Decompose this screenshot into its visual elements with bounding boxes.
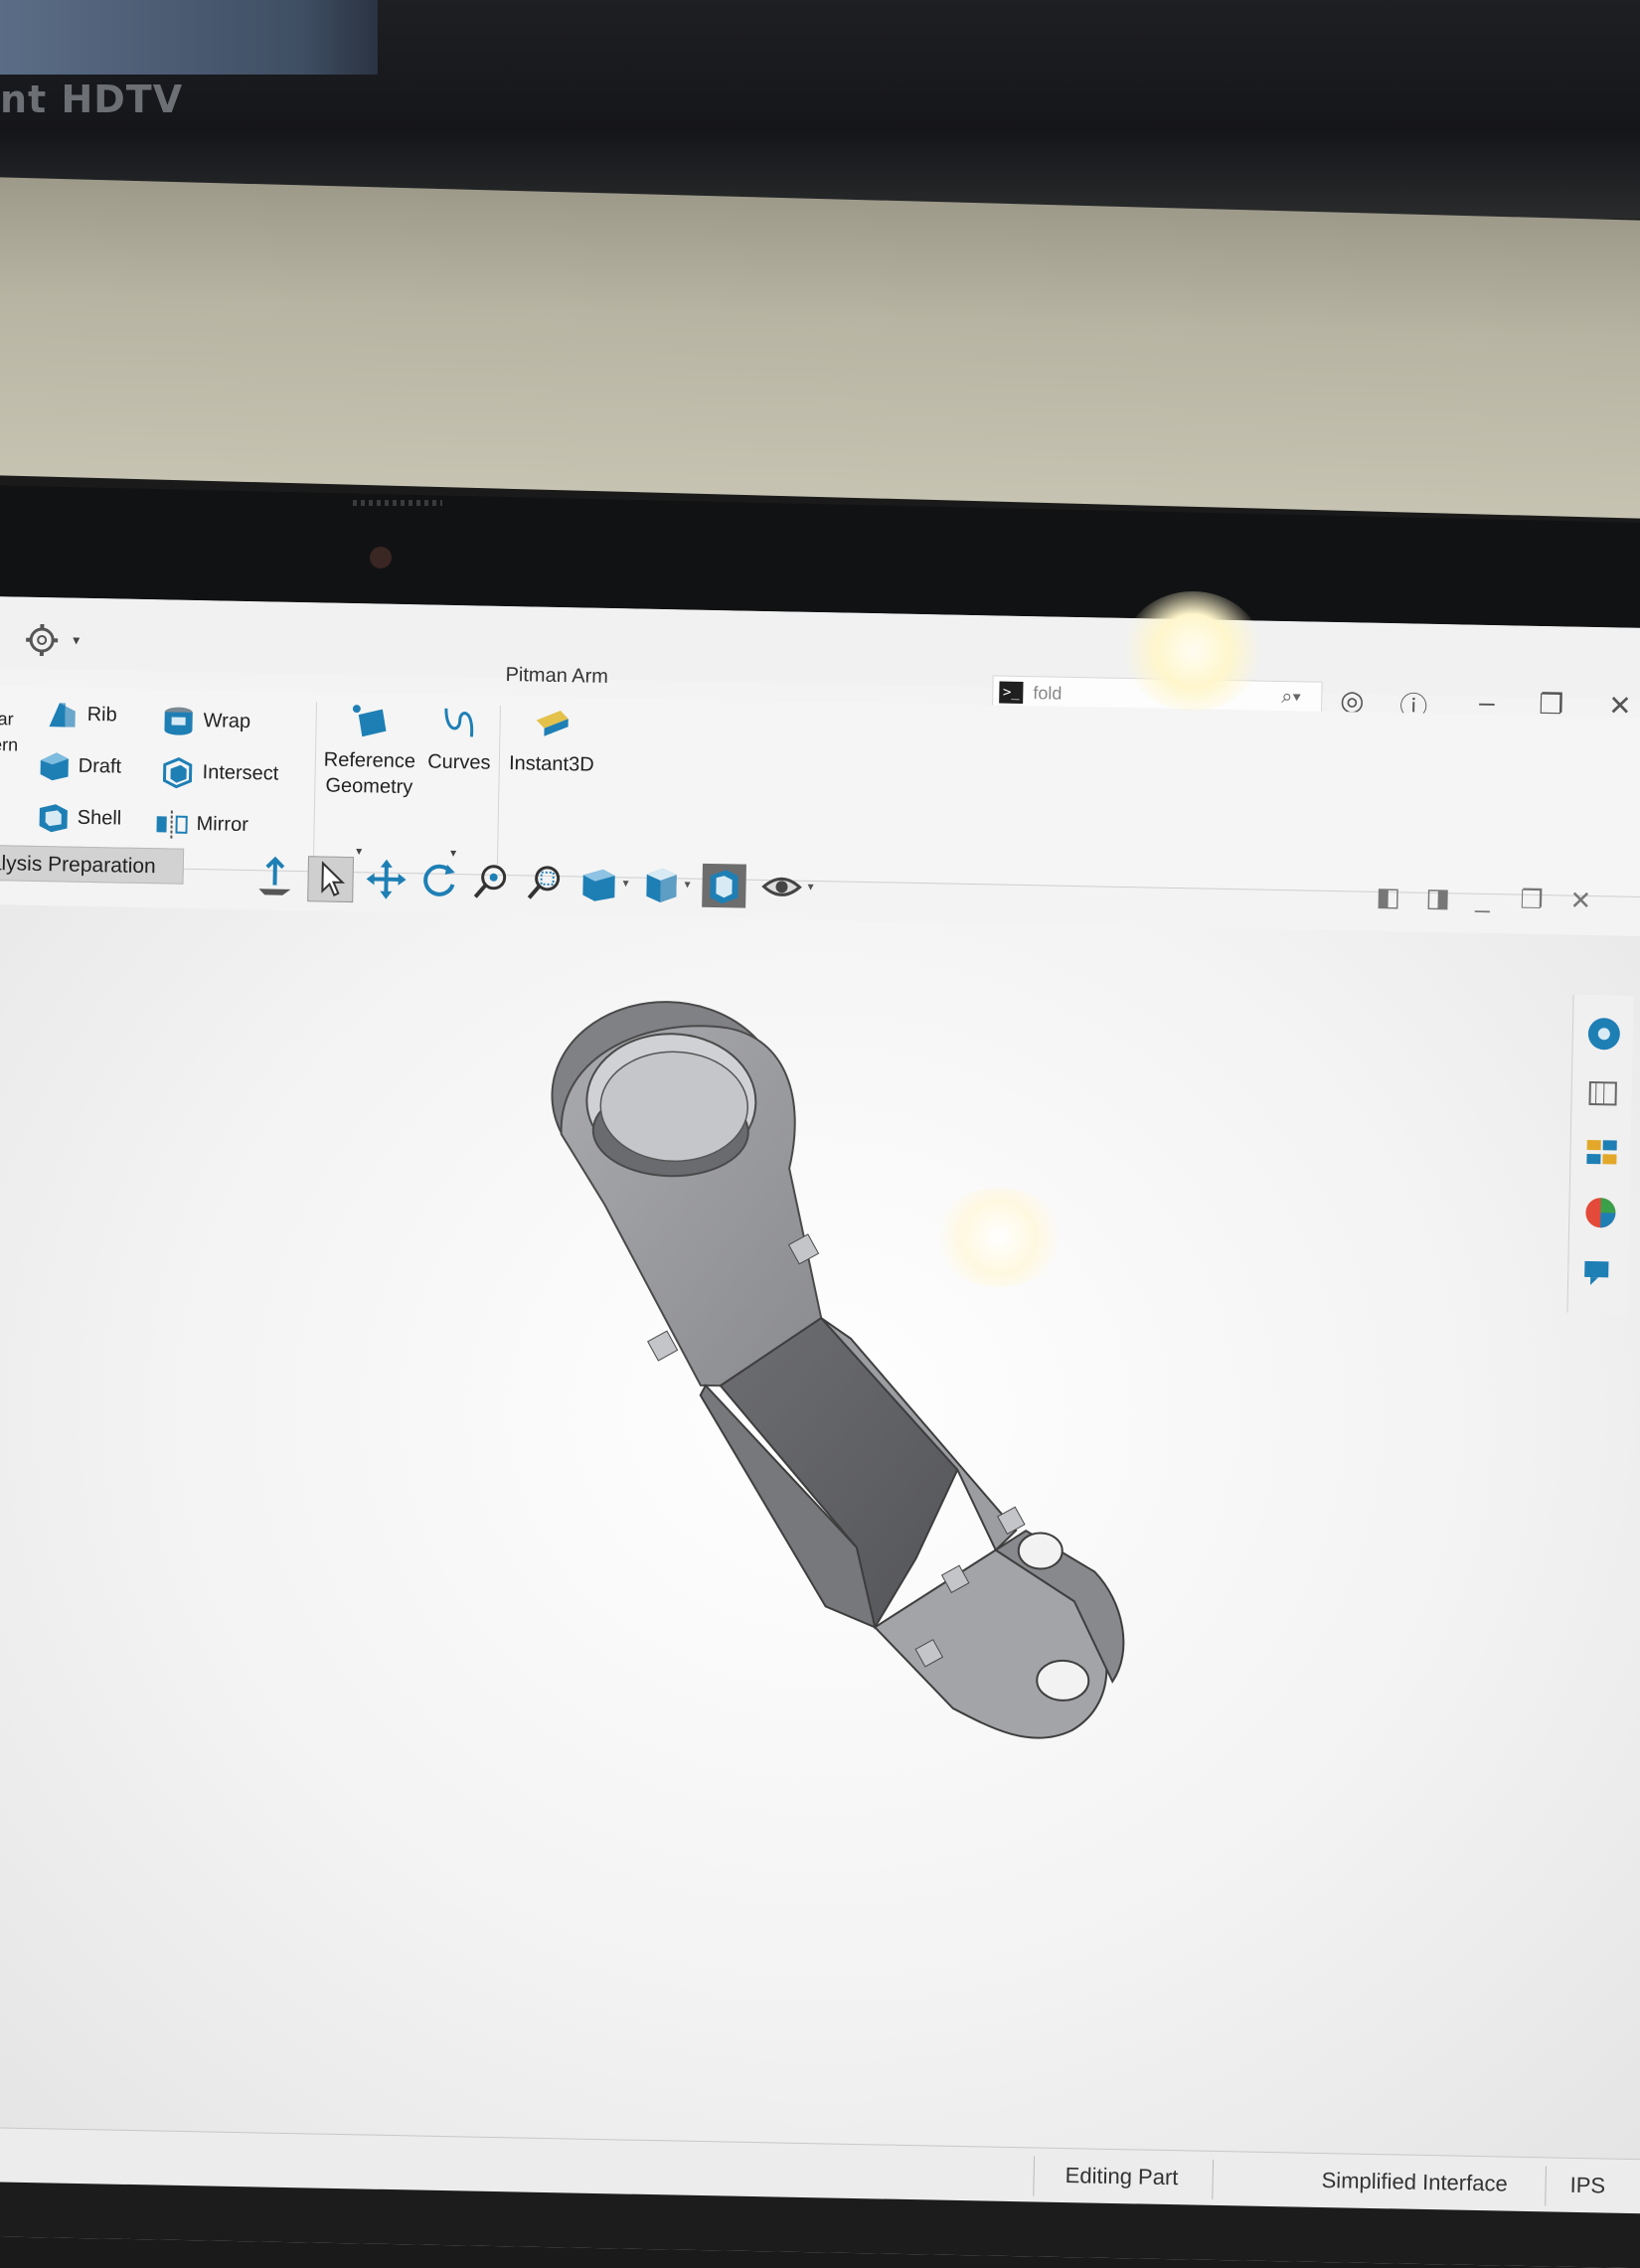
shell-button[interactable]: Shell [35, 800, 121, 836]
task-pane [1566, 995, 1633, 1314]
pan-icon[interactable] [364, 857, 409, 901]
window-title: Pitman Arm [505, 664, 608, 689]
doc-minimize-button[interactable]: _ [1475, 884, 1490, 914]
status-simplified-interface[interactable]: Simplified Interface [1321, 2168, 1508, 2197]
tv-brand-logo: nt HDTV [0, 78, 183, 121]
options-dropdown-caret[interactable]: ▾ [73, 632, 80, 649]
rib-button[interactable]: Rib [45, 697, 117, 731]
select-arrow-icon[interactable] [307, 856, 354, 902]
view-orientation-caret[interactable]: ▾ [684, 877, 690, 891]
reference-geometry-caret[interactable]: ▾ [356, 844, 362, 858]
normal-to-icon[interactable] [252, 855, 297, 899]
wrap-icon [161, 703, 196, 737]
pitman-arm-model[interactable] [0, 904, 1640, 2169]
display-style-icon[interactable] [702, 864, 746, 908]
hide-show-caret[interactable]: ▾ [807, 880, 813, 893]
curves-caret[interactable]: ▾ [450, 846, 456, 860]
solidworks-resources-icon[interactable] [1584, 1015, 1623, 1053]
wrap-button[interactable]: Wrap [161, 703, 250, 738]
linear-pattern-label: eartern [0, 706, 19, 758]
intersect-button[interactable]: Intersect [160, 754, 278, 790]
rib-label: Rib [87, 703, 117, 727]
mirror-icon [154, 806, 189, 841]
background-tv-screen [0, 0, 378, 75]
shell-label: Shell [78, 806, 122, 830]
instant3d-button[interactable]: Instant3D [502, 704, 602, 778]
wrap-label: Wrap [203, 710, 250, 733]
solidworks-window: ▾ Pitman Arm >_ fold ⌕▾ ◎ ⓘ – ❐ ✕ earter… [0, 596, 1640, 2268]
background-wall [0, 177, 1640, 518]
appearances-icon[interactable] [1581, 1194, 1620, 1232]
draft-button[interactable]: Draft [36, 748, 121, 784]
draft-label: Draft [79, 754, 122, 778]
split-right-icon[interactable]: ◨ [1425, 883, 1450, 913]
doc-close-button[interactable]: ✕ [1569, 886, 1591, 916]
intersect-label: Intersect [202, 761, 278, 785]
curves-icon [437, 703, 482, 743]
split-left-icon[interactable]: ◧ [1376, 882, 1400, 912]
draft-icon [36, 748, 71, 783]
hide-show-items-icon[interactable] [759, 865, 804, 909]
search-value: fold [1033, 683, 1062, 705]
tab-analysis-preparation[interactable]: alysis Preparation [0, 845, 184, 885]
mirror-button[interactable]: Mirror [154, 806, 248, 842]
status-separator [1033, 2156, 1035, 2195]
webcam [370, 547, 392, 568]
rotate-icon[interactable] [416, 858, 461, 902]
shell-icon [35, 800, 70, 835]
rib-icon [45, 697, 80, 731]
zoom-to-area-icon[interactable] [523, 860, 568, 904]
bezel-grill [353, 500, 442, 506]
status-editing-part: Editing Part [1065, 2163, 1178, 2190]
linear-pattern-button[interactable]: eartern [0, 706, 19, 758]
command-prompt-icon: >_ [999, 682, 1023, 704]
custom-properties-icon[interactable] [1580, 1253, 1619, 1292]
reference-geometry-button[interactable]: ReferenceGeometry [314, 700, 425, 800]
search-icon[interactable]: ⌕▾ [1281, 686, 1301, 709]
instant3d-label: Instant3D [509, 752, 594, 776]
doc-restore-button[interactable]: ❐ [1520, 885, 1544, 915]
reference-geometry-label: ReferenceGeometry [324, 748, 416, 798]
view-orientation-icon[interactable] [638, 863, 683, 907]
zoom-to-fit-icon[interactable] [469, 859, 514, 903]
section-view-caret[interactable]: ▾ [622, 876, 628, 890]
status-units[interactable]: IPS [1569, 2173, 1605, 2199]
design-library-icon[interactable] [1583, 1074, 1622, 1113]
curves-button[interactable]: Curves [424, 702, 495, 775]
options-gear-icon[interactable] [25, 623, 60, 658]
section-view-icon[interactable] [576, 861, 621, 905]
graphics-viewport[interactable] [0, 904, 1640, 2169]
part-body [540, 1000, 1135, 1739]
file-explorer-icon[interactable] [1582, 1134, 1621, 1173]
status-separator [1212, 2160, 1214, 2199]
status-separator [1545, 2166, 1547, 2205]
reference-geometry-icon [348, 701, 393, 741]
curves-label: Curves [427, 750, 491, 773]
mirror-label: Mirror [196, 813, 248, 837]
intersect-icon [160, 754, 195, 789]
instant3d-icon [530, 704, 574, 744]
document-window-controls: ◧ ◨ _ ❐ ✕ [1376, 882, 1635, 926]
ribbon-separator [497, 706, 501, 865]
